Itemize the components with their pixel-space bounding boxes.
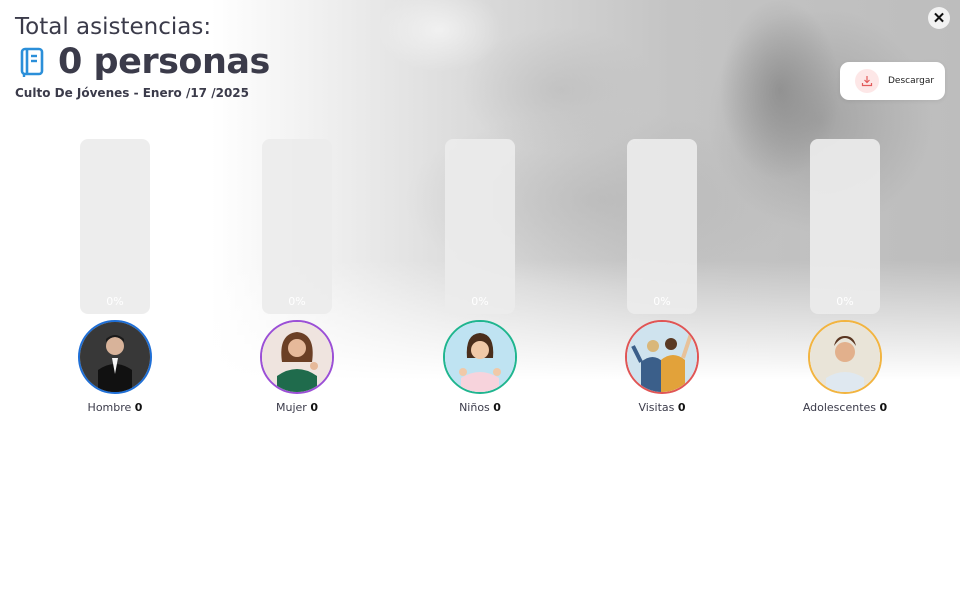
attendance-bar: 0% [80, 139, 150, 314]
avatar-adolescentes [808, 320, 882, 394]
bar-percent: 0% [471, 295, 489, 308]
download-label: Descargar [888, 76, 935, 86]
bar-percent: 0% [288, 295, 306, 308]
download-button[interactable]: Descargar [840, 62, 945, 100]
category-count: 0 [310, 401, 318, 414]
category-hombre: 0% Hombre 0 [50, 139, 180, 429]
bar-percent: 0% [836, 295, 854, 308]
category-ninos: 0% Niños 0 [415, 139, 545, 429]
download-icon [855, 69, 879, 93]
attendance-bar: 0% [627, 139, 697, 314]
category-mujer: 0% Mujer 0 [232, 139, 362, 429]
bar-percent: 0% [106, 295, 124, 308]
service-date-subtitle: Culto De Jóvenes - Enero /17 /2025 [15, 86, 249, 100]
avatar-ninos [443, 320, 517, 394]
category-count: 0 [677, 401, 686, 414]
category-visitas: 0% Visitas 0 [597, 139, 727, 429]
attendance-bar: 0% [445, 139, 515, 314]
total-count: 0 personas [58, 42, 270, 82]
attendance-bar: 0% [262, 139, 332, 314]
avatar-hombre [78, 320, 152, 394]
total-attendance: 0 personas [18, 42, 270, 82]
category-adolescentes: 0% Adolescentes 0 [780, 139, 910, 429]
avatar-mujer [260, 320, 334, 394]
close-button[interactable]: ✕ [928, 7, 950, 29]
book-icon [18, 46, 46, 78]
category-count: 0 [134, 401, 143, 414]
category-label: Hombre 0 [87, 401, 143, 414]
category-count: 0 [493, 401, 501, 414]
attendance-bar: 0% [810, 139, 880, 314]
bar-percent: 0% [653, 295, 671, 308]
category-label: Mujer 0 [276, 401, 318, 414]
category-label: Niños 0 [459, 401, 501, 414]
category-count: 0 [879, 401, 888, 414]
category-label: Visitas 0 [638, 401, 686, 414]
page-title: Total asistencias: [15, 14, 212, 40]
avatar-visitas [625, 320, 699, 394]
close-icon: ✕ [932, 10, 946, 27]
category-label: Adolescentes 0 [802, 401, 888, 414]
